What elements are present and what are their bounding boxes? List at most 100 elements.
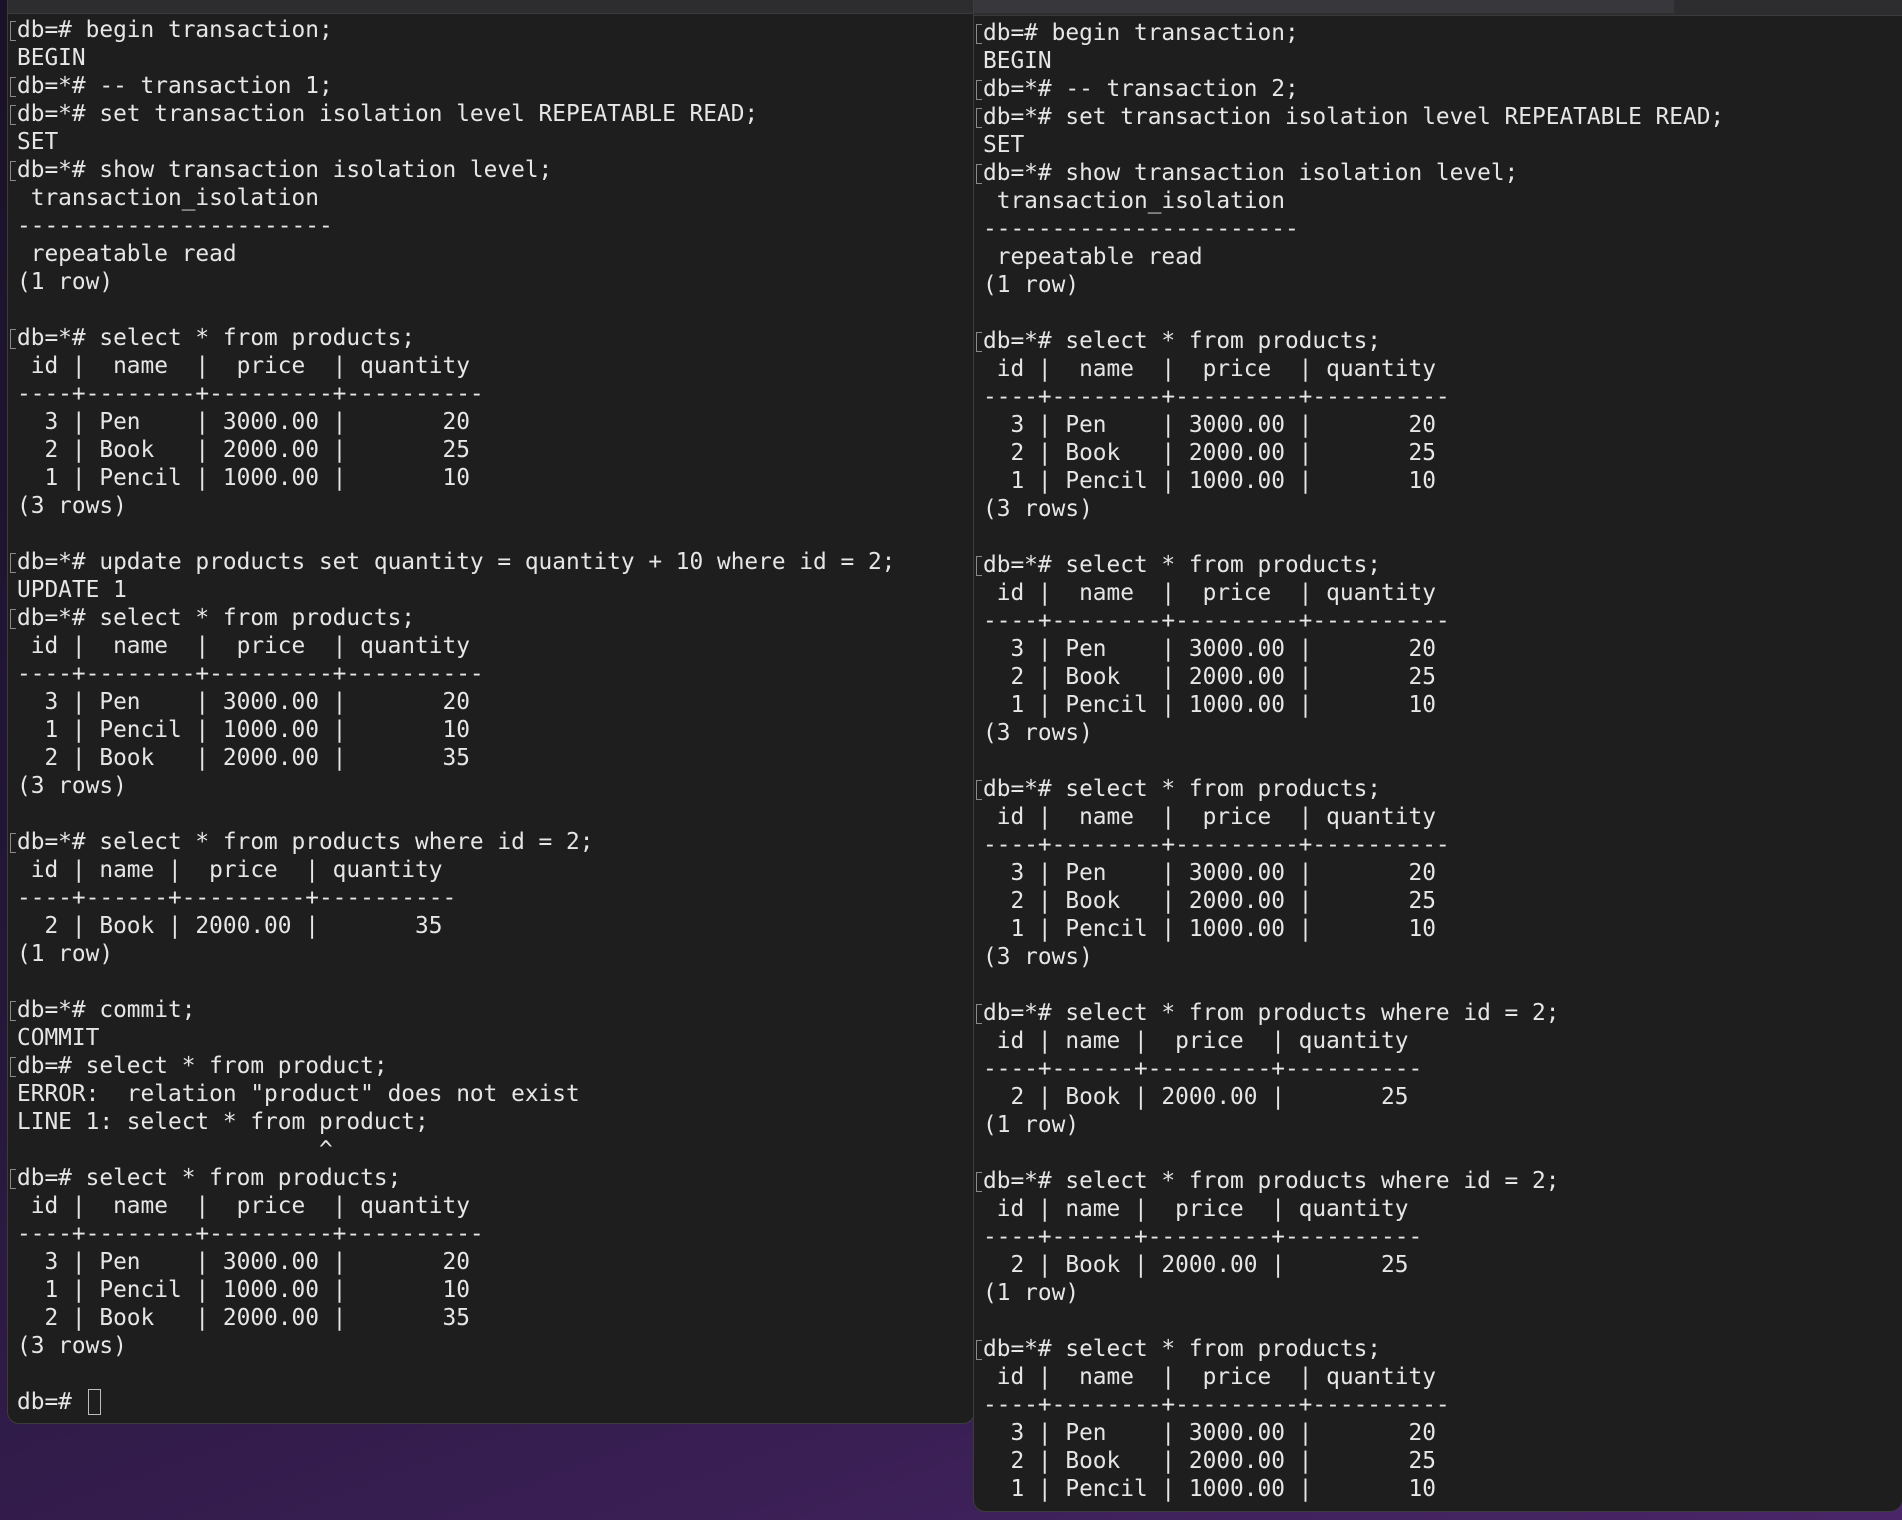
- output-line: ----+--------+---------+----------: [983, 832, 1450, 858]
- window-titlebar[interactable]: [974, 0, 1902, 16]
- output-line: 3 | Pen | 3000.00 | 20: [983, 860, 1436, 886]
- output-line: 2 | Book | 2000.00 | 25: [17, 437, 470, 463]
- output-line: 3 | Pen | 3000.00 | 20: [983, 636, 1436, 662]
- terminal-window-left[interactable]: db=# begin transaction; BEGIN db=*# -- tra…: [7, 0, 975, 1424]
- output-line: ----+------+---------+----------: [983, 1224, 1423, 1250]
- output-line: 2 | Book | 2000.00 | 25: [983, 664, 1436, 690]
- command-line: db=*# select * from products;: [10, 324, 968, 352]
- output-line: id | name | price | quantity: [983, 356, 1436, 382]
- command-line: db=*# set transaction isolation level RE…: [976, 103, 1896, 131]
- output-line: 3 | Pen | 3000.00 | 20: [983, 1420, 1436, 1446]
- output-line: 2 | Book | 2000.00 | 25: [983, 1084, 1409, 1110]
- output-line: 2 | Book | 2000.00 | 25: [983, 1252, 1409, 1278]
- output-line: id | name | price | quantity: [17, 633, 470, 659]
- output-line: id | name | price | quantity: [983, 1364, 1436, 1390]
- command-line: db=*# select * from products where id = …: [10, 828, 968, 856]
- output-line: ----+--------+---------+----------: [17, 661, 484, 687]
- output-line: repeatable read: [17, 241, 237, 267]
- output-line: (3 rows): [983, 496, 1093, 522]
- output-line: ----+--------+---------+----------: [17, 381, 484, 407]
- command-line: db=*# select * from products;: [976, 551, 1896, 579]
- terminal-output[interactable]: db=# begin transaction; BEGIN db=*# -- tra…: [10, 16, 968, 1416]
- output-line: 2 | Book | 2000.00 | 35: [17, 745, 470, 771]
- output-line: ----+------+---------+----------: [17, 885, 457, 911]
- output-line: id | name | price | quantity: [983, 580, 1436, 606]
- output-line: 3 | Pen | 3000.00 | 20: [17, 689, 470, 715]
- output-line: ----+------+---------+----------: [983, 1056, 1423, 1082]
- output-line: ----+--------+---------+----------: [983, 608, 1450, 634]
- output-line: (1 row): [983, 1112, 1080, 1138]
- command-line: db=*# set transaction isolation level RE…: [10, 100, 968, 128]
- command-line: db=*# show transaction isolation level;: [976, 159, 1896, 187]
- command-line: db=# select * from product;: [10, 1052, 968, 1080]
- command-line: db=*# select * from products where id = …: [976, 999, 1896, 1027]
- prompt-text: db=#: [17, 1389, 86, 1415]
- command-line: db=*# show transaction isolation level;: [10, 156, 968, 184]
- output-line: (3 rows): [17, 1333, 127, 1359]
- output-line: BEGIN: [17, 45, 86, 71]
- output-line: id | name | price | quantity: [17, 1193, 470, 1219]
- output-line: ----+--------+---------+----------: [17, 1221, 484, 1247]
- output-line: (1 row): [983, 1280, 1080, 1306]
- output-line: (1 row): [17, 941, 114, 967]
- output-line: (3 rows): [983, 720, 1093, 746]
- output-line: ^: [17, 1137, 333, 1163]
- output-line: 3 | Pen | 3000.00 | 20: [983, 412, 1436, 438]
- output-line: (1 row): [983, 272, 1080, 298]
- output-line: id | name | price | quantity: [983, 1196, 1409, 1222]
- output-line: transaction_isolation: [983, 188, 1285, 214]
- output-line: id | name | price | quantity: [983, 804, 1436, 830]
- command-line: db=# begin transaction;: [976, 19, 1896, 47]
- output-line: (3 rows): [983, 944, 1093, 970]
- output-line: SET: [983, 132, 1025, 158]
- command-line: db=*# select * from products;: [976, 1335, 1896, 1363]
- output-line: ----+--------+---------+----------: [983, 384, 1450, 410]
- command-line: db=*# update products set quantity = qua…: [10, 548, 968, 576]
- output-line: ERROR: relation "product" does not exist: [17, 1081, 580, 1107]
- output-line: -----------------------: [983, 216, 1299, 242]
- output-line: 1 | Pencil | 1000.00 | 10: [983, 692, 1436, 718]
- output-line: 1 | Pencil | 1000.00 | 10: [983, 916, 1436, 942]
- cursor-block: [87, 1389, 101, 1415]
- output-line: id | name | price | quantity: [17, 857, 443, 883]
- window-titlebar[interactable]: [8, 0, 974, 14]
- command-line: db=*# select * from products;: [976, 775, 1896, 803]
- output-line: (1 row): [17, 269, 114, 295]
- output-line: 1 | Pencil | 1000.00 | 10: [983, 468, 1436, 494]
- output-line: transaction_isolation: [17, 185, 319, 211]
- command-line: db=*# -- transaction 2;: [976, 75, 1896, 103]
- terminal-output[interactable]: db=# begin transaction; BEGIN db=*# -- tra…: [976, 19, 1896, 1503]
- output-line: ----+--------+---------+----------: [983, 1392, 1450, 1418]
- command-line: db=*# commit;: [10, 996, 968, 1024]
- output-line: (3 rows): [17, 493, 127, 519]
- output-line: -----------------------: [17, 213, 333, 239]
- tab-strip: [974, 0, 1674, 13]
- output-line: 1 | Pencil | 1000.00 | 10: [17, 717, 470, 743]
- output-line: 1 | Pencil | 1000.00 | 10: [17, 1277, 470, 1303]
- terminal-window-right[interactable]: db=# begin transaction; BEGIN db=*# -- tra…: [973, 0, 1902, 1512]
- output-line: 2 | Book | 2000.00 | 25: [983, 1448, 1436, 1474]
- command-line: db=# begin transaction;: [10, 16, 968, 44]
- output-line: 1 | Pencil | 1000.00 | 10: [17, 465, 470, 491]
- output-line: id | name | price | quantity: [17, 353, 470, 379]
- output-line: 3 | Pen | 3000.00 | 20: [17, 1249, 470, 1275]
- command-line: db=*# select * from products;: [976, 327, 1896, 355]
- output-line: repeatable read: [983, 244, 1203, 270]
- output-line: BEGIN: [983, 48, 1052, 74]
- output-line: 2 | Book | 2000.00 | 35: [17, 913, 443, 939]
- command-line: db=# select * from products;: [10, 1164, 968, 1192]
- output-line: UPDATE 1: [17, 577, 127, 603]
- output-line: 3 | Pen | 3000.00 | 20: [17, 409, 470, 435]
- output-line: COMMIT: [17, 1025, 100, 1051]
- output-line: 1 | Pencil | 1000.00 | 10: [983, 1476, 1436, 1502]
- input-prompt-line[interactable]: db=#: [17, 1388, 968, 1416]
